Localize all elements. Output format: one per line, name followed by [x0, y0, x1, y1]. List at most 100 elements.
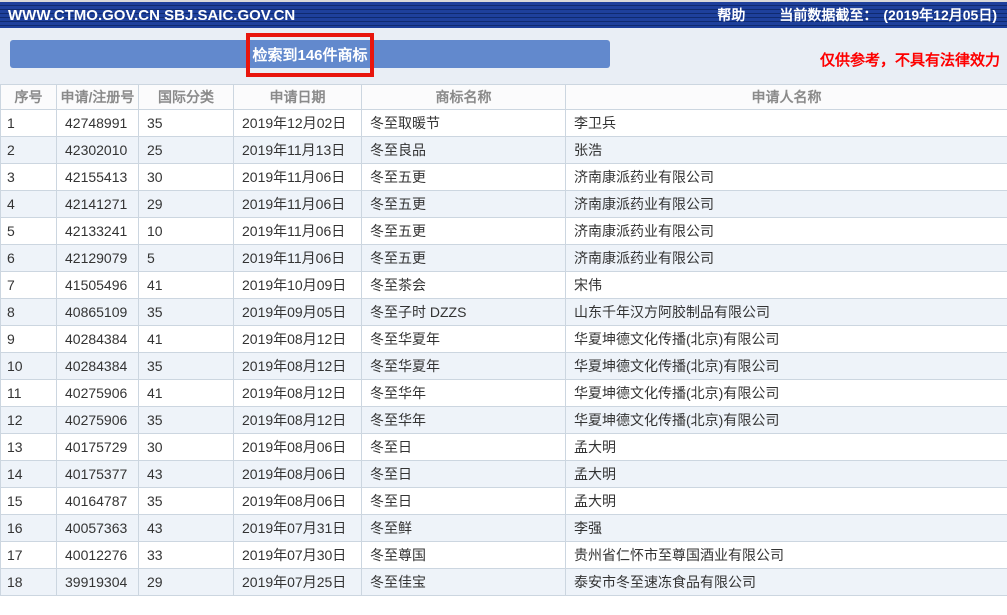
- apply-date-cell: 2019年08月12日: [234, 407, 362, 434]
- reg-no-link[interactable]: 40865109: [57, 299, 139, 326]
- reg-no-link[interactable]: 40164787: [57, 488, 139, 515]
- table-row: 18 39919304 29 2019年07月25日 冬至佳宝 泰安市冬至速冻食…: [1, 569, 1007, 596]
- reg-no-link[interactable]: 42302010: [57, 137, 139, 164]
- reg-no-link[interactable]: 40057363: [57, 515, 139, 542]
- reg-no-link[interactable]: 42141271: [57, 191, 139, 218]
- applicant-cell: 张浩: [566, 137, 1007, 164]
- results-table: 序号 申请/注册号 国际分类 申请日期 商标名称 申请人名称 1 4274899…: [0, 84, 1007, 596]
- reg-no-link[interactable]: 40175729: [57, 434, 139, 461]
- apply-date-cell: 2019年08月06日: [234, 488, 362, 515]
- trademark-link[interactable]: 冬至华夏年: [362, 353, 566, 380]
- apply-date-cell: 2019年11月06日: [234, 191, 362, 218]
- trademark-link[interactable]: 冬至鲜: [362, 515, 566, 542]
- trademark-link[interactable]: 冬至华夏年: [362, 326, 566, 353]
- trademark-link[interactable]: 冬至子时 DZZS: [362, 299, 566, 326]
- reg-no-link[interactable]: 42133241: [57, 218, 139, 245]
- apply-date-cell: 2019年07月25日: [234, 569, 362, 596]
- applicant-cell: 华夏坤德文化传播(北京)有限公司: [566, 380, 1007, 407]
- intl-class-cell: 35: [139, 488, 234, 515]
- reg-no-link[interactable]: 41505496: [57, 272, 139, 299]
- result-count-banner: 检索到146件商标: [10, 40, 610, 68]
- trademark-link[interactable]: 冬至五更: [362, 245, 566, 272]
- apply-date-cell: 2019年11月06日: [234, 164, 362, 191]
- intl-class-cell: 43: [139, 515, 234, 542]
- column-header-applicant: 申请人名称: [566, 85, 1007, 110]
- seq-cell: 11: [1, 380, 57, 407]
- seq-cell: 17: [1, 542, 57, 569]
- reg-no-link[interactable]: 40275906: [57, 380, 139, 407]
- seq-cell: 10: [1, 353, 57, 380]
- table-row: 13 40175729 30 2019年08月06日 冬至日 孟大明: [1, 434, 1007, 461]
- apply-date-cell: 2019年12月02日: [234, 110, 362, 137]
- reg-no-link[interactable]: 40284384: [57, 353, 139, 380]
- table-row: 17 40012276 33 2019年07月30日 冬至尊国 贵州省仁怀市至尊…: [1, 542, 1007, 569]
- applicant-cell: 山东千年汉方阿胶制品有限公司: [566, 299, 1007, 326]
- apply-date-cell: 2019年08月12日: [234, 326, 362, 353]
- intl-class-cell: 41: [139, 272, 234, 299]
- table-row: 15 40164787 35 2019年08月06日 冬至日 孟大明: [1, 488, 1007, 515]
- apply-date-cell: 2019年10月09日: [234, 272, 362, 299]
- trademark-link[interactable]: 冬至日: [362, 488, 566, 515]
- applicant-cell: 济南康派药业有限公司: [566, 245, 1007, 272]
- seq-cell: 6: [1, 245, 57, 272]
- apply-date-cell: 2019年09月05日: [234, 299, 362, 326]
- intl-class-cell: 35: [139, 353, 234, 380]
- intl-class-cell: 35: [139, 407, 234, 434]
- seq-cell: 2: [1, 137, 57, 164]
- site-title: WWW.CTMO.GOV.CN SBJ.SAIC.GOV.CN: [8, 7, 717, 24]
- seq-cell: 4: [1, 191, 57, 218]
- reg-no-link[interactable]: 40175377: [57, 461, 139, 488]
- table-row: 9 40284384 41 2019年08月12日 冬至华夏年 华夏坤德文化传播…: [1, 326, 1007, 353]
- table-row: 4 42141271 29 2019年11月06日 冬至五更 济南康派药业有限公…: [1, 191, 1007, 218]
- applicant-cell: 孟大明: [566, 461, 1007, 488]
- apply-date-cell: 2019年07月30日: [234, 542, 362, 569]
- trademark-link[interactable]: 冬至日: [362, 461, 566, 488]
- intl-class-cell: 29: [139, 191, 234, 218]
- reg-no-link[interactable]: 42155413: [57, 164, 139, 191]
- help-link[interactable]: 帮助: [717, 5, 745, 25]
- trademark-link[interactable]: 冬至华年: [362, 407, 566, 434]
- trademark-link[interactable]: 冬至五更: [362, 218, 566, 245]
- applicant-cell: 华夏坤德文化传播(北京)有限公司: [566, 407, 1007, 434]
- apply-date-cell: 2019年11月06日: [234, 245, 362, 272]
- apply-date-cell: 2019年07月31日: [234, 515, 362, 542]
- reg-no-link[interactable]: 40012276: [57, 542, 139, 569]
- results-tbody: 1 42748991 35 2019年12月02日 冬至取暖节 李卫兵 2 42…: [1, 110, 1007, 596]
- trademark-link[interactable]: 冬至取暖节: [362, 110, 566, 137]
- intl-class-cell: 35: [139, 299, 234, 326]
- seq-cell: 14: [1, 461, 57, 488]
- trademark-link[interactable]: 冬至良品: [362, 137, 566, 164]
- seq-cell: 3: [1, 164, 57, 191]
- table-row: 8 40865109 35 2019年09月05日 冬至子时 DZZS 山东千年…: [1, 299, 1007, 326]
- apply-date-cell: 2019年11月06日: [234, 218, 362, 245]
- applicant-cell: 华夏坤德文化传播(北京)有限公司: [566, 326, 1007, 353]
- intl-class-cell: 41: [139, 326, 234, 353]
- column-header-reg-no: 申请/注册号: [57, 85, 139, 110]
- seq-cell: 16: [1, 515, 57, 542]
- reg-no-link[interactable]: 42748991: [57, 110, 139, 137]
- seq-cell: 12: [1, 407, 57, 434]
- applicant-cell: 泰安市冬至速冻食品有限公司: [566, 569, 1007, 596]
- reg-no-link[interactable]: 39919304: [57, 569, 139, 596]
- disclaimer-text: 仅供参考，不具有法律效力: [820, 49, 1000, 70]
- table-row: 11 40275906 41 2019年08月12日 冬至华年 华夏坤德文化传播…: [1, 380, 1007, 407]
- seq-cell: 5: [1, 218, 57, 245]
- trademark-link[interactable]: 冬至五更: [362, 164, 566, 191]
- reg-no-link[interactable]: 40275906: [57, 407, 139, 434]
- trademark-link[interactable]: 冬至日: [362, 434, 566, 461]
- seq-cell: 13: [1, 434, 57, 461]
- trademark-link[interactable]: 冬至尊国: [362, 542, 566, 569]
- data-cutoff-value: (2019年12月05日): [883, 5, 997, 25]
- trademark-link[interactable]: 冬至茶会: [362, 272, 566, 299]
- reg-no-link[interactable]: 40284384: [57, 326, 139, 353]
- trademark-link[interactable]: 冬至华年: [362, 380, 566, 407]
- result-band: 检索到146件商标 仅供参考，不具有法律效力: [0, 28, 1007, 84]
- intl-class-cell: 5: [139, 245, 234, 272]
- column-header-apply-date: 申请日期: [234, 85, 362, 110]
- reg-no-link[interactable]: 42129079: [57, 245, 139, 272]
- trademark-link[interactable]: 冬至五更: [362, 191, 566, 218]
- trademark-link[interactable]: 冬至佳宝: [362, 569, 566, 596]
- intl-class-cell: 41: [139, 380, 234, 407]
- applicant-cell: 孟大明: [566, 488, 1007, 515]
- table-row: 6 42129079 5 2019年11月06日 冬至五更 济南康派药业有限公司: [1, 245, 1007, 272]
